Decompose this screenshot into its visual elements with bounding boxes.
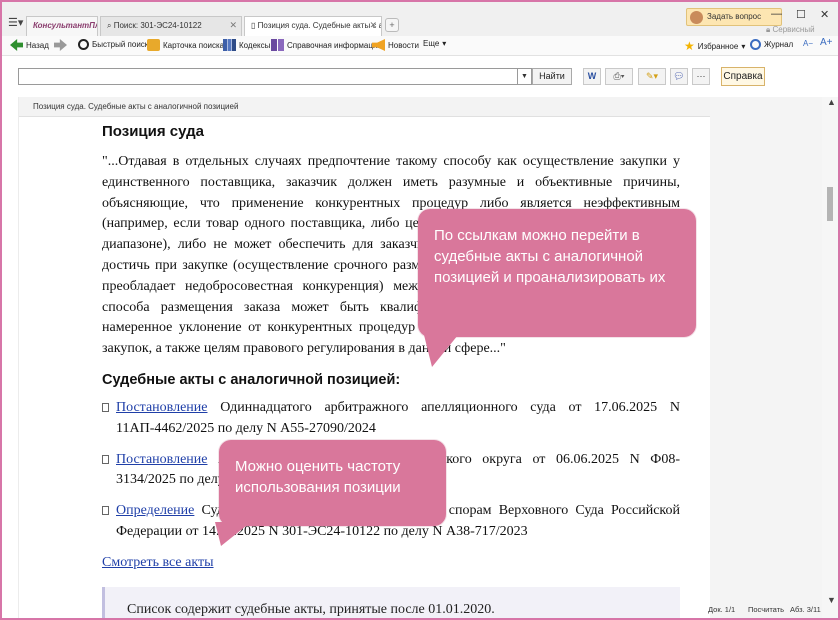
- right-panel: Док. 1/1 Посчитать Абз. 3/11: [708, 97, 822, 618]
- see-all-acts-link[interactable]: Смотреть все акты: [102, 555, 214, 571]
- close-icon[interactable]: ✕: [229, 20, 237, 31]
- font-decrease-button[interactable]: A−: [803, 39, 813, 48]
- more-icon[interactable]: ⋯: [692, 68, 710, 85]
- reference-label: Справочная информация: [287, 40, 382, 50]
- quick-search-button[interactable]: Быстрый поиск: [78, 39, 148, 50]
- forward-arrow-icon: [54, 39, 67, 51]
- close-window-icon[interactable]: ✕: [820, 8, 829, 21]
- journal-button[interactable]: Журнал: [750, 39, 793, 50]
- find-button[interactable]: Найти: [532, 68, 572, 85]
- lock-icon: 🔒︎: [766, 25, 771, 34]
- megaphone-icon: [372, 39, 385, 51]
- font-increase-button[interactable]: A+: [820, 37, 833, 48]
- document-icon: [102, 506, 109, 516]
- callout-tail: [215, 522, 251, 546]
- document-icon: ▯: [251, 21, 258, 30]
- minimize-icon[interactable]: —: [771, 8, 782, 20]
- info-note: Список содержит судебные акты, принятые …: [102, 586, 680, 618]
- back-arrow-icon: [10, 39, 23, 51]
- app-window: ☰▾ КонсультантПлюс ⌕ Поиск: 301-ЭС24-101…: [0, 0, 840, 620]
- paragraph-counter: Абз. 3/11: [790, 605, 821, 614]
- favorites-label: Избранное: [697, 41, 739, 51]
- tab-search[interactable]: ⌕ Поиск: 301-ЭС24-10122 ✕: [100, 16, 242, 36]
- doc-counter: Док. 1/1: [708, 605, 736, 614]
- document-icon: [102, 402, 109, 412]
- back-button[interactable]: Назад: [10, 39, 49, 51]
- star-icon: ★: [684, 39, 695, 53]
- search-card-label: Карточка поиска: [163, 40, 225, 50]
- tab-document[interactable]: ▯ Позиция суда. Судебные акты с анало...…: [244, 16, 382, 36]
- back-label: Назад: [26, 40, 49, 50]
- breadcrumb: Позиция суда. Судебные акты с аналогично…: [19, 97, 710, 117]
- toolbar: Назад Быстрый поиск Карточка поиска Коде…: [2, 36, 838, 56]
- magnifier-icon: [78, 39, 89, 50]
- act-link[interactable]: Определение: [116, 503, 194, 518]
- more-label: Еще: [423, 39, 440, 48]
- document-area: Позиция суда. Судебные акты с аналогично…: [18, 97, 710, 618]
- close-icon[interactable]: ✕: [369, 20, 377, 31]
- scroll-thumb[interactable]: [827, 187, 833, 221]
- search-card-button[interactable]: Карточка поиска: [147, 39, 224, 51]
- ask-question-label: Задать вопрос: [707, 12, 762, 21]
- callout-links: По ссылкам можно перейти в судебные акты…: [418, 209, 696, 367]
- document-body: Позиция суда "...Отдавая в отдельных слу…: [102, 123, 680, 618]
- search-row: ▼ Найти W ⎙▾ ✎▾ 💬︎ ⋯ Справка: [2, 56, 838, 96]
- journal-label: Журнал: [764, 40, 794, 49]
- document-icon: [102, 454, 109, 464]
- act-link[interactable]: Постановление: [116, 452, 208, 467]
- codes-label: Кодексы: [239, 40, 271, 50]
- callout-frequency-text: Можно оценить частоту использования пози…: [235, 458, 401, 496]
- reference-icon: [271, 39, 284, 51]
- print-icon[interactable]: ⎙▾: [605, 68, 633, 85]
- chevron-down-icon: ▾: [442, 39, 447, 48]
- search-card-icon: [147, 39, 160, 51]
- news-button[interactable]: Новости: [372, 39, 419, 51]
- chevron-down-icon[interactable]: ▼: [827, 595, 836, 605]
- chevron-down-icon: ▾: [741, 41, 746, 51]
- search-history-dropdown[interactable]: ▼: [518, 68, 532, 85]
- tab-bar: ☰▾ КонсультантПлюс ⌕ Поиск: 301-ЭС24-101…: [2, 2, 838, 44]
- clock-icon: [750, 39, 761, 50]
- search-icon: ⌕: [107, 21, 114, 30]
- forward-button[interactable]: [54, 39, 67, 51]
- word-export-icon[interactable]: W: [583, 68, 601, 85]
- search-input[interactable]: [18, 68, 518, 85]
- scrollbar[interactable]: ▲ ▼: [822, 97, 838, 618]
- callout-tail: [424, 335, 458, 367]
- tab-logo[interactable]: КонсультантПлюс: [26, 16, 98, 36]
- callout-frequency: Можно оценить частоту использования пози…: [215, 440, 446, 546]
- act-link[interactable]: Постановление: [116, 400, 208, 415]
- reference-button[interactable]: Справочная информация: [271, 39, 382, 51]
- count-link[interactable]: Посчитать: [748, 605, 784, 614]
- maximize-icon[interactable]: ☐: [796, 8, 806, 21]
- codes-icon: [223, 39, 236, 51]
- favorites-button[interactable]: ★ Избранное ▾: [684, 39, 745, 53]
- quick-search-label: Быстрый поиск: [92, 40, 149, 49]
- position-title: Позиция суда: [102, 123, 204, 140]
- help-button[interactable]: Справка: [721, 67, 765, 86]
- avatar: [690, 11, 703, 24]
- main-menu-icon[interactable]: ☰▾: [8, 16, 23, 29]
- codes-button[interactable]: Кодексы: [223, 39, 270, 51]
- tab-search-label: Поиск: 301-ЭС24-10122: [113, 21, 202, 30]
- news-label: Новости: [388, 40, 419, 50]
- comment-icon[interactable]: 💬︎: [670, 68, 688, 85]
- tab-document-label: Позиция суда. Судебные акты с анало...: [257, 21, 381, 30]
- new-tab-icon[interactable]: +: [385, 18, 399, 32]
- more-menu[interactable]: Еще ▾: [423, 39, 446, 48]
- list-item: Постановление Одиннадцатого арбитражного…: [102, 398, 680, 440]
- highlight-icon[interactable]: ✎▾: [638, 68, 666, 85]
- ask-question-button[interactable]: Задать вопрос: [686, 8, 782, 26]
- similar-acts-heading: Судебные акты с аналогичной позицией:: [102, 371, 401, 388]
- callout-links-text: По ссылкам можно перейти в судебные акты…: [434, 227, 666, 286]
- chevron-up-icon[interactable]: ▲: [827, 97, 836, 107]
